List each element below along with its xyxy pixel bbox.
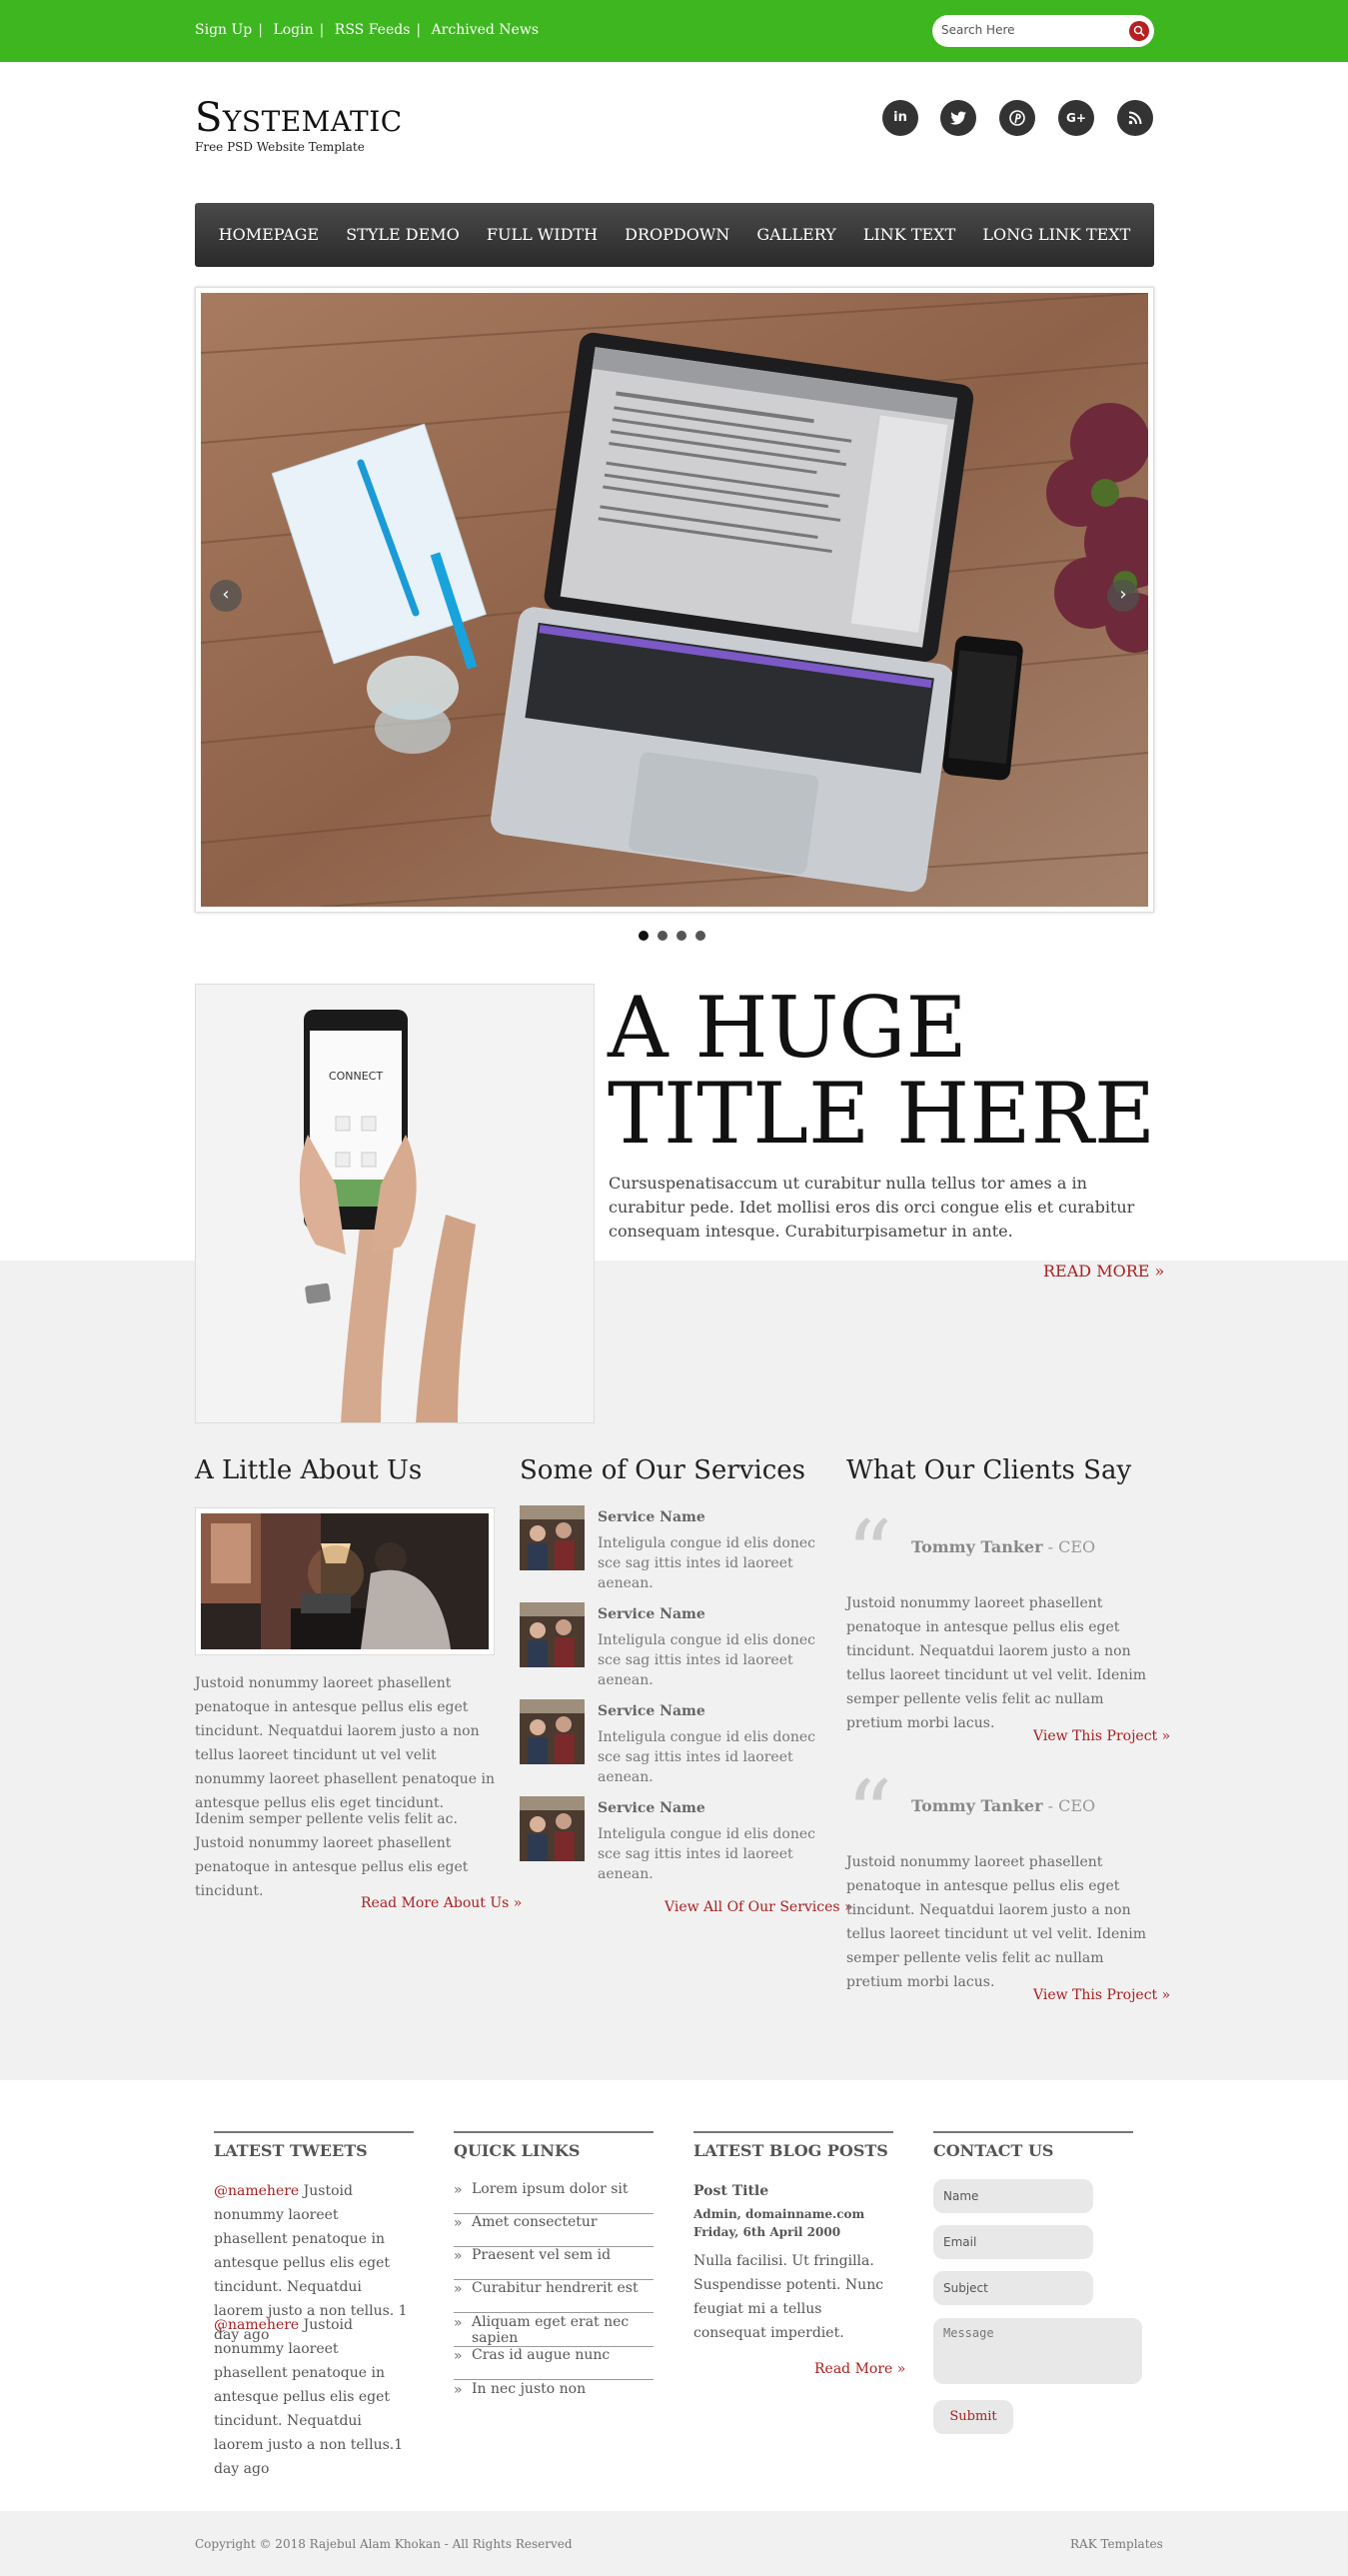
- googleplus-icon[interactable]: G+: [1058, 100, 1094, 136]
- blog-post-text: Nulla facilisi. Ut fringilla. Suspendiss…: [693, 2253, 884, 2341]
- quote-icon: “: [846, 1501, 893, 1606]
- hero-title: A HUGE TITLE HERE: [608, 985, 1167, 1157]
- quick-link-2[interactable]: Amet consectetur: [454, 2214, 654, 2247]
- view-project-link-2[interactable]: View This Project »: [1033, 1987, 1170, 2003]
- services-heading: Some of Our Services: [520, 1455, 805, 1485]
- quick-link-4[interactable]: Curabitur hendrerit est: [454, 2280, 654, 2313]
- credit-link[interactable]: RAK Templates: [1070, 2537, 1163, 2551]
- search-button[interactable]: [1129, 21, 1149, 41]
- quick-link-7[interactable]: In nec justo non: [454, 2381, 654, 2414]
- footer-col-divider: [454, 2131, 654, 2133]
- contact-email-input[interactable]: Email: [933, 2225, 1093, 2259]
- nav-homepage[interactable]: Homepage: [219, 225, 319, 244]
- read-more-about-link[interactable]: Read More About Us »: [361, 1895, 522, 1911]
- site-tagline: Free PSD Website Template: [195, 140, 365, 154]
- nav-link-text[interactable]: Link Text: [863, 225, 955, 244]
- login-link[interactable]: Login: [273, 22, 313, 38]
- service-name-3: Service Name: [598, 1703, 705, 1719]
- contact-subject-input[interactable]: Subject: [933, 2271, 1093, 2305]
- service-text-4: Inteligula congue id elis donec sce sag …: [598, 1826, 815, 1882]
- footer-quick-links-heading: Quick Links: [454, 2141, 581, 2160]
- about-paragraph-2: Idenim semper pellente velis felit ac. J…: [195, 1811, 469, 1899]
- search-box[interactable]: Search Here: [932, 15, 1154, 47]
- quick-link-1[interactable]: Lorem ipsum dolor sit: [454, 2181, 654, 2214]
- nav-full-width[interactable]: Full Width: [487, 225, 598, 244]
- search-input[interactable]: Search Here: [941, 23, 1015, 37]
- tweet-handle-link[interactable]: @namehere: [214, 2183, 299, 2199]
- search-icon: [1133, 25, 1145, 37]
- slider-next-arrow[interactable]: ›: [1107, 580, 1139, 612]
- archived-news-link[interactable]: Archived News: [432, 22, 539, 38]
- slider-dot-1[interactable]: [639, 931, 649, 941]
- signup-link[interactable]: Sign Up: [195, 22, 252, 38]
- service-text-1: Inteligula congue id elis donec sce sag …: [598, 1535, 815, 1591]
- blog-post-title[interactable]: Post Title: [693, 2179, 768, 2203]
- tweet-2: @namehere Justoid nonummy laoreet phasel…: [214, 2317, 404, 2477]
- about-heading: A Little About Us: [195, 1455, 423, 1485]
- service-name-4: Service Name: [598, 1800, 705, 1816]
- service-image-2: [520, 1602, 585, 1667]
- nav-dropdown[interactable]: Dropdown: [625, 225, 729, 244]
- hero-text: Cursuspenatisaccum ut curabitur nulla te…: [609, 1174, 1135, 1241]
- hero-title-line1: A HUGE: [608, 979, 967, 1077]
- linkedin-icon[interactable]: in: [882, 100, 918, 136]
- view-all-services-link[interactable]: View All Of Our Services »: [665, 1899, 853, 1915]
- footer-contact-heading: Contact Us: [933, 2141, 1054, 2160]
- quick-link-5[interactable]: Aliquam eget erat nec sapien: [454, 2314, 654, 2347]
- tweet-handle-link[interactable]: @namehere: [214, 2317, 299, 2333]
- nav-style-demo[interactable]: Style Demo: [346, 225, 460, 244]
- contact-message-textarea[interactable]: Message: [933, 2318, 1142, 2384]
- nav-long-link-text[interactable]: Long Link Text: [982, 225, 1130, 244]
- contact-name-input[interactable]: Name: [933, 2179, 1093, 2213]
- about-paragraph-1: Justoid nonummy laoreet phasellent penat…: [195, 1675, 495, 1811]
- footer-col-divider: [214, 2131, 414, 2133]
- slider-dot-3[interactable]: [676, 931, 686, 941]
- rss-feeds-link[interactable]: RSS Feeds: [335, 22, 411, 38]
- slider-prev-arrow[interactable]: ‹: [210, 580, 242, 612]
- hero-image: CONNECT: [195, 984, 595, 1423]
- service-text-3: Inteligula congue id elis donec sce sag …: [598, 1729, 815, 1785]
- client-quote-1: Justoid nonummy laoreet phasellent penat…: [846, 1595, 1147, 1731]
- quote-icon: “: [846, 1761, 893, 1866]
- footer-blog-heading: Latest Blog Posts: [693, 2141, 888, 2160]
- pinterest-icon[interactable]: [999, 100, 1035, 136]
- hero-title-line2: TITLE HERE: [608, 1065, 1156, 1163]
- blog-read-more-link[interactable]: Read More »: [814, 2361, 905, 2377]
- footer-col-divider: [693, 2131, 893, 2133]
- service-name-2: Service Name: [598, 1606, 705, 1622]
- footer-tweets-heading: Latest Tweets: [214, 2141, 368, 2160]
- slider-dot-2[interactable]: [658, 931, 668, 941]
- top-links: Sign Up | Login | RSS Feeds | Archived News: [195, 22, 540, 38]
- service-name-1: Service Name: [598, 1509, 705, 1525]
- clients-heading: What Our Clients Say: [846, 1455, 1132, 1485]
- slide-image: [201, 293, 1148, 907]
- copyright-bar: Copyright © 2018 Rajebul Alam Khokan - A…: [0, 2511, 1348, 2576]
- slider-dots: [639, 926, 714, 945]
- copyright-text: Copyright © 2018 Rajebul Alam Khokan - A…: [195, 2537, 573, 2551]
- service-image-1: [520, 1505, 585, 1570]
- client-name-1: Tommy Tanker - CEO: [911, 1537, 1096, 1556]
- top-bar: Sign Up | Login | RSS Feeds | Archived News…: [0, 0, 1348, 62]
- service-image-3: [520, 1699, 585, 1764]
- quick-link-3[interactable]: Praesent vel sem id: [454, 2247, 654, 2280]
- service-image-4: [520, 1796, 585, 1861]
- image-slider: ‹ ›: [195, 287, 1154, 913]
- view-project-link-1[interactable]: View This Project »: [1033, 1728, 1170, 1744]
- about-image: [195, 1507, 495, 1655]
- phone-connect-label: CONNECT: [329, 1070, 383, 1083]
- site-logo[interactable]: Systematic: [195, 98, 403, 138]
- rss-icon[interactable]: [1117, 100, 1153, 136]
- service-text-2: Inteligula congue id elis donec sce sag …: [598, 1632, 815, 1688]
- footer-col-divider: [933, 2131, 1133, 2133]
- hero-read-more-link[interactable]: READ MORE »: [1043, 1262, 1164, 1281]
- twitter-icon[interactable]: [940, 100, 976, 136]
- quick-link-6[interactable]: Cras id augue nunc: [454, 2347, 654, 2380]
- nav-gallery[interactable]: Gallery: [756, 225, 835, 244]
- client-name-2: Tommy Tanker - CEO: [911, 1796, 1096, 1815]
- main-nav: Homepage Style Demo Full Width Dropdown …: [195, 203, 1154, 267]
- slider-dot-4[interactable]: [695, 931, 705, 941]
- contact-submit-button[interactable]: Submit: [933, 2400, 1013, 2434]
- blog-post-meta: Admin, domainname.com Friday, 6th April 2…: [693, 2207, 865, 2239]
- client-quote-2: Justoid nonummy laoreet phasellent penat…: [846, 1854, 1147, 1990]
